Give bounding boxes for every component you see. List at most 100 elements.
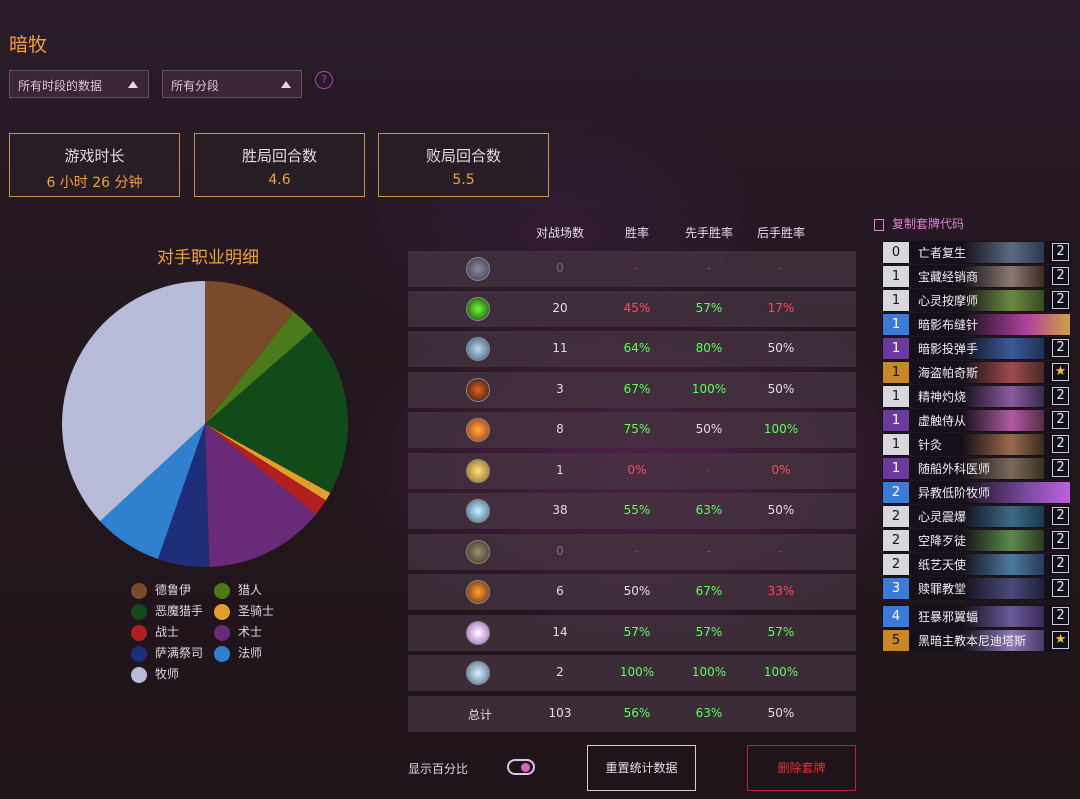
- deck-card[interactable]: 5 黑暗主教本尼迪塔斯 ★: [882, 629, 1071, 652]
- table-row: 11 64% 80% 50%: [408, 331, 856, 367]
- legend-swatch: [214, 582, 230, 599]
- legend-swatch: [131, 603, 147, 620]
- warlock-icon: [466, 621, 490, 645]
- deck-card[interactable]: 0 亡者复生 2: [882, 241, 1071, 264]
- header-second-win-rate: 后手胜率: [756, 226, 805, 240]
- table-row: 2 100% 100% 100%: [408, 655, 856, 691]
- legend-item-shaman[interactable]: 萨满祭司: [131, 644, 203, 662]
- demon-hunter-icon: [466, 297, 490, 321]
- stat-value: 4.6: [268, 172, 291, 188]
- legend-item-demon-hunter[interactable]: 恶魔猎手: [131, 602, 203, 620]
- copy-icon: [874, 218, 884, 231]
- table-row: 14 57% 57% 57%: [408, 615, 856, 651]
- help-icon[interactable]: ?: [315, 71, 333, 89]
- header-win-rate: 胜率: [624, 226, 649, 240]
- legend-item-paladin[interactable]: 圣骑士: [214, 602, 274, 620]
- stat-play-time: 游戏时长 6 小时 26 分钟: [9, 133, 180, 197]
- legend-item-mage[interactable]: 法师: [214, 644, 262, 662]
- stat-value: 6 小时 26 分钟: [46, 175, 143, 191]
- rogue-icon: [466, 257, 490, 281]
- dropdown-arrow-icon: [128, 81, 138, 88]
- legendary-star-icon: ★: [1052, 631, 1069, 649]
- stat-label: 胜局回合数: [241, 147, 317, 165]
- dropdown-arrow-icon: [281, 81, 291, 88]
- deck-card[interactable]: 1 虚触侍从 2: [882, 409, 1071, 432]
- legend-item-warlock[interactable]: 术士: [214, 623, 262, 641]
- total-label: 总计: [467, 708, 492, 722]
- stat-label: 游戏时长: [64, 147, 125, 165]
- deck-title: 暗牧: [9, 34, 48, 56]
- priest-icon: [466, 499, 490, 523]
- legend-swatch: [214, 624, 230, 641]
- deck-card[interactable]: 2 异教低阶牧师: [882, 481, 1071, 504]
- death-knight-icon: [466, 661, 490, 685]
- deck-card[interactable]: 1 精神灼烧 2: [882, 385, 1071, 408]
- delete-deck-button[interactable]: 删除套牌: [747, 745, 856, 791]
- hunter-icon: [466, 540, 490, 564]
- warrior-icon: [466, 378, 490, 402]
- opponent-class-pie-chart: [61, 281, 348, 567]
- rank-range-dropdown[interactable]: 所有分段: [162, 70, 302, 98]
- legend-item-hunter[interactable]: 猎人: [214, 581, 262, 599]
- show-percent-toggle[interactable]: [507, 759, 535, 775]
- legendary-star-icon: ★: [1052, 363, 1069, 381]
- card-art: [962, 386, 1044, 407]
- card-art: [962, 578, 1044, 599]
- pie-chart-title: 对手职业明细: [157, 248, 259, 268]
- deck-card[interactable]: 1 暗影布缝针: [882, 313, 1071, 336]
- table-row: 8 75% 50% 100%: [408, 412, 856, 448]
- header-first-win-rate: 先手胜率: [684, 226, 733, 240]
- deck-card[interactable]: 2 心灵震爆 2: [882, 505, 1071, 528]
- stat-win-turns: 胜局回合数 4.6: [194, 133, 365, 197]
- time-range-dropdown[interactable]: 所有时段的数据: [9, 70, 149, 98]
- card-art: [962, 506, 1044, 527]
- legend-item-priest[interactable]: 牧师: [131, 665, 179, 683]
- toggle-knob: [521, 763, 530, 772]
- legend-swatch: [131, 645, 147, 662]
- header-games: 对战场数: [535, 226, 584, 240]
- table-row: 6 50% 67% 33%: [408, 574, 856, 610]
- table-row: 20 45% 57% 17%: [408, 291, 856, 327]
- show-percent-label: 显示百分比: [408, 762, 469, 776]
- shaman-icon: [466, 580, 490, 604]
- table-row: 3 67% 100% 50%: [408, 372, 856, 408]
- card-art: [962, 434, 1044, 455]
- deck-card[interactable]: 1 针灸 2: [882, 433, 1071, 456]
- time-range-value: 所有时段的数据: [18, 79, 103, 93]
- legend-swatch: [131, 582, 147, 599]
- druid-icon: [466, 337, 490, 361]
- deck-card[interactable]: 2 空降歹徒 2: [882, 529, 1071, 552]
- legend-swatch: [214, 645, 230, 662]
- stat-label: 败局回合数: [425, 147, 501, 165]
- copy-deck-code-button[interactable]: 复制套牌代码: [874, 215, 964, 232]
- deck-card[interactable]: 1 海盗帕奇斯 ★: [882, 361, 1071, 384]
- legend-swatch: [131, 624, 147, 641]
- reset-stats-button[interactable]: 重置统计数据: [587, 745, 696, 791]
- table-total-row: 总计 103 56% 63% 50%: [408, 696, 856, 732]
- table-row: 0 - - -: [408, 534, 856, 570]
- card-art: [962, 554, 1044, 575]
- card-art: [962, 410, 1044, 431]
- deck-card[interactable]: 3 赎罪教堂 2: [882, 577, 1071, 600]
- deck-card[interactable]: 4 狂暴邪翼蝠 2: [882, 605, 1071, 628]
- legend-item-druid[interactable]: 德鲁伊: [131, 581, 191, 599]
- legend-swatch: [214, 603, 230, 620]
- deck-card[interactable]: 2 纸艺天使 2: [882, 553, 1071, 576]
- rank-range-value: 所有分段: [171, 79, 220, 93]
- table-row: 38 55% 63% 50%: [408, 493, 856, 529]
- deck-card[interactable]: 1 暗影投弹手 2: [882, 337, 1071, 360]
- card-art: [962, 530, 1044, 551]
- stat-value: 5.5: [452, 172, 475, 188]
- stat-loss-turns: 败局回合数 5.5: [378, 133, 549, 197]
- table-row: 1 0% - 0%: [408, 453, 856, 489]
- mage-icon: [466, 418, 490, 442]
- card-art: [962, 242, 1044, 263]
- deck-card[interactable]: 1 宝藏经销商 2: [882, 265, 1071, 288]
- table-row: 0 - - -: [408, 251, 856, 287]
- legend-item-warrior[interactable]: 战士: [131, 623, 179, 641]
- paladin-icon: [466, 459, 490, 483]
- deck-card[interactable]: 1 随船外科医师 2: [882, 457, 1071, 480]
- legend-swatch: [131, 666, 147, 683]
- deck-card[interactable]: 1 心灵按摩师 2: [882, 289, 1071, 312]
- card-art: [962, 314, 1070, 335]
